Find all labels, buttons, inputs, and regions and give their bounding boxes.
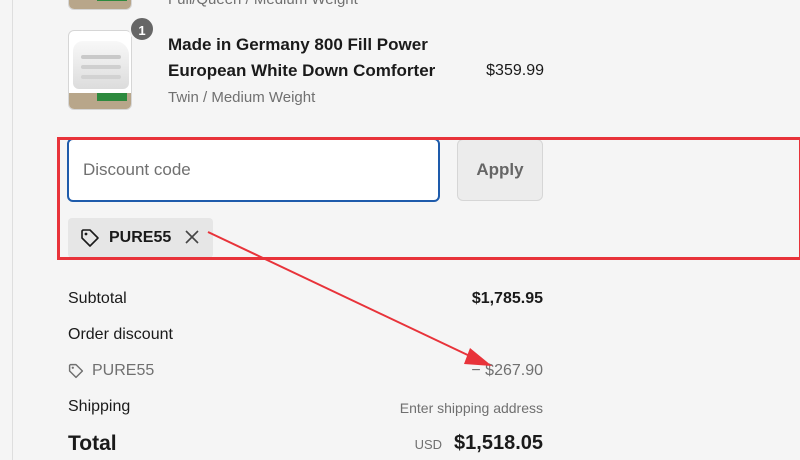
item-price: $359.99 [486,62,544,79]
subtotal-label: Subtotal [68,290,127,307]
shipping-label: Shipping [68,398,131,415]
order-discount-row: Order discount [68,326,543,348]
total-row: Total USD $1,518.05 [68,432,543,460]
tag-icon [68,363,86,379]
total-amount: USD $1,518.05 [415,432,543,455]
product-thumbnail [68,30,132,110]
discount-amount: − $267.90 [471,362,543,379]
item-title: Made in Germany 800 Fill Power European … [168,35,436,80]
quantity-badge: 1 [129,16,155,42]
subtotal-row: Subtotal $1,785.95 [68,290,543,312]
panel-left-border [12,0,13,460]
total-label: Total [68,432,117,455]
currency-code: USD [414,437,443,452]
product-thumbnail [68,0,132,10]
annotation-highlight-box [57,137,800,260]
discount-detail-code: PURE55 [68,362,154,380]
item-variant: Full/Queen / Medium Weight [168,0,358,8]
discount-detail-row: PURE55 − $267.90 [68,362,543,384]
order-discount-label: Order discount [68,326,173,343]
total-value: $1,518.05 [454,432,543,454]
discount-code-text: PURE55 [92,362,155,379]
subtotal-value: $1,785.95 [471,290,543,307]
shipping-value: Enter shipping address [399,400,543,416]
shipping-row: Shipping Enter shipping address [68,398,543,420]
line-item-1: Full/Queen / Medium Weight [68,0,544,14]
item-variant: Twin / Medium Weight [168,89,316,106]
line-item-2: 1 Made in Germany 800 Fill Power Europea… [68,16,544,112]
